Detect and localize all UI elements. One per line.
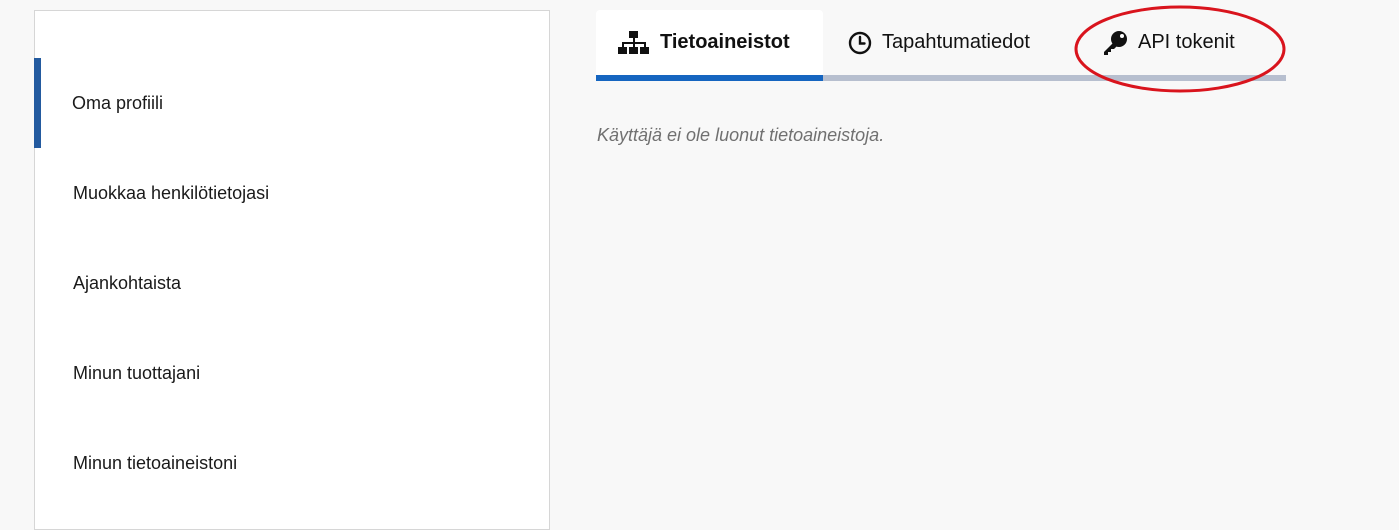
sidebar-item-label: Ajankohtaista	[73, 272, 182, 293]
tab-label: API tokenit	[1138, 31, 1235, 53]
sidebar-item-muokkaa-henkilotietojasi[interactable]: Muokkaa henkilötietojasi	[35, 148, 549, 238]
key-icon	[1102, 30, 1128, 56]
sidebar-item-label: Minun tuottajani	[73, 362, 201, 383]
sidebar-item-minun-tietoaineistoni[interactable]: Minun tietoaineistoni	[35, 418, 549, 508]
tab-tapahtumatiedot[interactable]: Tapahtumatiedot	[848, 10, 1078, 75]
clock-icon	[848, 31, 872, 55]
sidebar-item-oma-profiili[interactable]: Oma profiili	[34, 58, 548, 148]
sidebar-item-ajankohtaista[interactable]: Ajankohtaista	[35, 238, 549, 328]
tab-api-tokenit[interactable]: API tokenit	[1102, 10, 1272, 75]
tab-tietoaineistot[interactable]: Tietoaineistot	[596, 10, 823, 81]
sidebar-item-label: Oma profiili	[72, 92, 164, 113]
tab-label: Tietoaineistot	[660, 31, 790, 53]
tab-label: Tapahtumatiedot	[882, 31, 1030, 53]
empty-datasets-message: Käyttäjä ei ole luonut tietoaineistoja.	[597, 125, 885, 145]
profile-tabs: Tietoaineistot Tapahtumatiedot API token…	[596, 10, 1286, 81]
sidebar-item-minun-tuottajani[interactable]: Minun tuottajani	[35, 328, 549, 418]
sidebar-item-label: Minun tietoaineistoni	[73, 452, 238, 473]
profile-sidebar: Oma profiili Muokkaa henkilötietojasi Aj…	[34, 10, 550, 530]
sidebar-item-label: Muokkaa henkilötietojasi	[73, 182, 270, 203]
sitemap-icon	[618, 30, 650, 55]
